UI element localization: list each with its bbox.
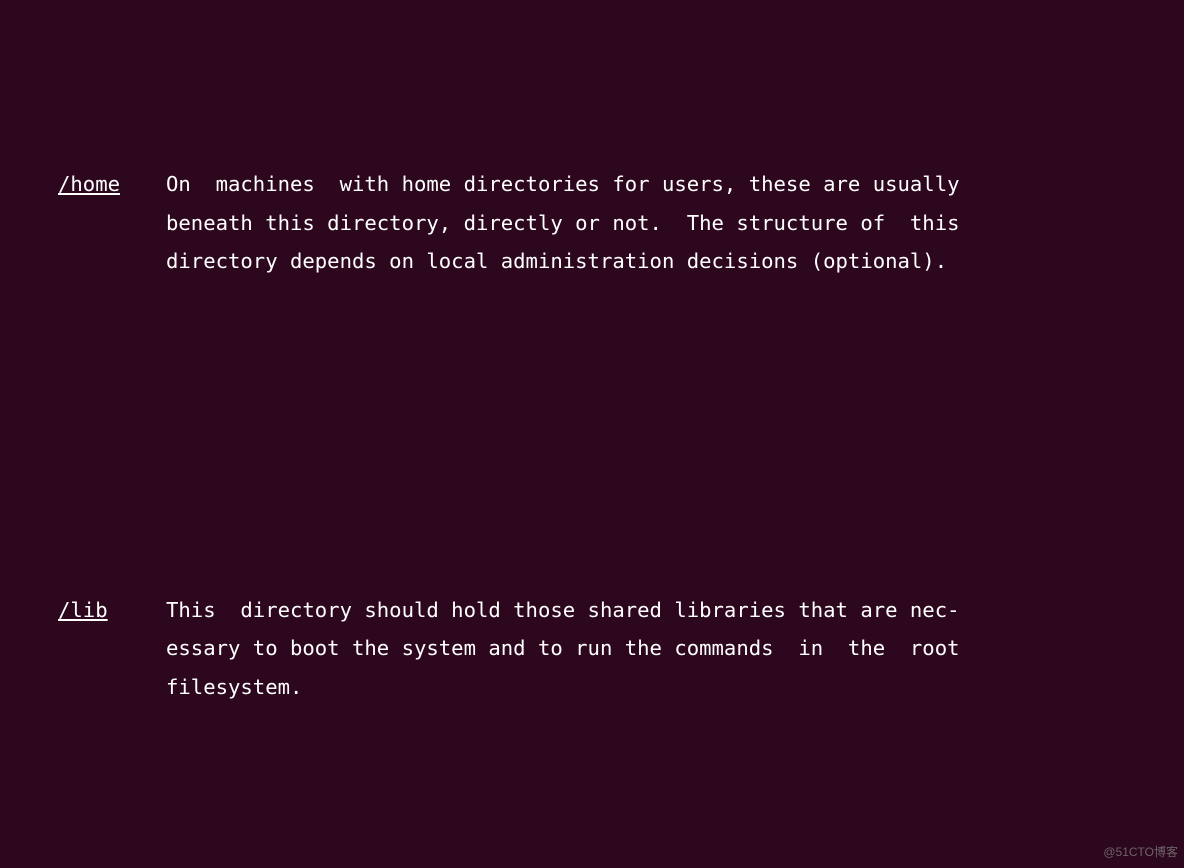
entry-lib: /lib This directory should hold those sh… — [58, 591, 1132, 707]
entry-home: /home On machines with home directories … — [58, 165, 1132, 281]
man-page-content: /home On machines with home directories … — [0, 0, 1184, 868]
watermark: @51CTO博客 — [1103, 841, 1178, 864]
desc-lib: This directory should hold those shared … — [166, 591, 1132, 707]
path-home: /home — [58, 172, 120, 196]
blank-line — [58, 397, 1132, 436]
blank-line — [58, 823, 1132, 862]
desc-home: On machines with home directories for us… — [166, 165, 1132, 281]
path-lib: /lib — [58, 598, 108, 622]
